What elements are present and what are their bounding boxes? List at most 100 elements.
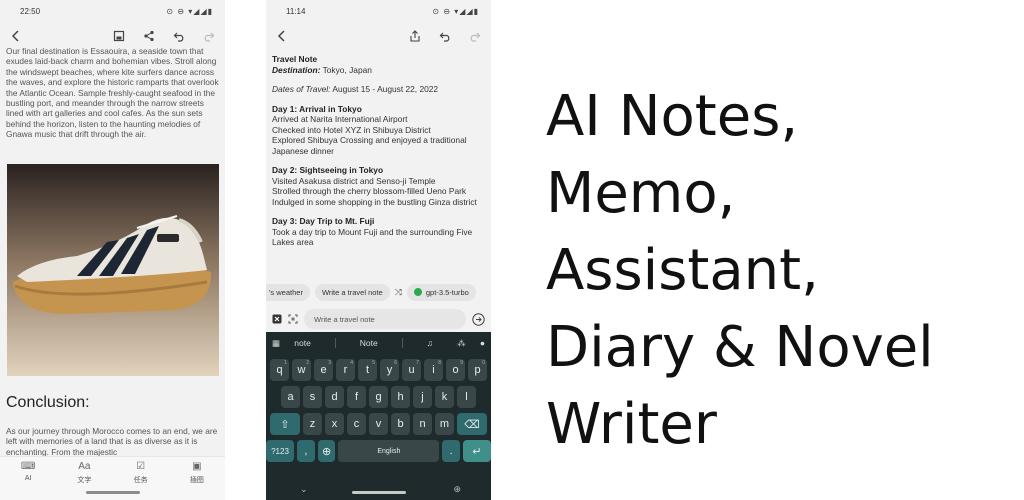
soft-keyboard: ▦ note Note ♫ ⁂ ● q1 w2 e3 r4 t5 y6 u7 i…: [266, 332, 491, 500]
nav-item-text[interactable]: Aa 文字: [64, 461, 104, 500]
symbols-key[interactable]: ?123: [266, 440, 294, 462]
key[interactable]: m: [435, 413, 454, 435]
key[interactable]: z: [303, 413, 322, 435]
key[interactable]: s: [303, 386, 322, 408]
day-line: Arrived at Narita International Airport: [272, 114, 408, 124]
status-bar: 11:14 ⊙ ⊖ ▾◢◢▮: [266, 0, 491, 22]
key[interactable]: e3: [314, 359, 333, 381]
dates-line: Dates of Travel: August 15 - August 22, …: [272, 84, 485, 95]
status-icons: ⊙ ⊖ ▾◢◢▮: [166, 6, 213, 16]
key[interactable]: w2: [292, 359, 311, 381]
key[interactable]: x: [325, 413, 344, 435]
nav-item-image[interactable]: ▣ 插图: [177, 461, 217, 500]
key-row-3: ⇧ z x c v b n m ⌫: [266, 413, 491, 435]
mic-icon[interactable]: ●: [480, 338, 485, 348]
check-icon: [413, 288, 422, 296]
send-icon[interactable]: [472, 312, 485, 326]
tagline-line: Assistant,: [546, 238, 819, 303]
key[interactable]: g: [369, 386, 388, 408]
nav-label: AI: [24, 475, 32, 482]
key[interactable]: l: [457, 386, 476, 408]
day-line: Strolled through the cherry blossom-fill…: [272, 186, 467, 196]
suggestion-strip: ▦ note Note ♫ ⁂ ●: [266, 332, 491, 354]
right-phone-screen: 11:14 ⊙ ⊖ ▾◢◢▮ Travel Note Destination: …: [266, 0, 491, 500]
prompt-input[interactable]: Write a travel note: [304, 309, 466, 329]
key[interactable]: d: [325, 386, 344, 408]
music-icon[interactable]: ♫: [427, 338, 433, 348]
text-icon: Aa: [78, 461, 91, 472]
chip-weather[interactable]: 's weather: [266, 283, 310, 301]
tagline-line: AI Notes,: [546, 84, 799, 149]
keyboard-nav: ⌄ ⊕: [266, 478, 491, 500]
chip-travel-note[interactable]: Write a travel note: [314, 283, 390, 301]
day-title: Day 2: Sightseeing in Tokyo: [272, 165, 384, 175]
nav-item-task[interactable]: ☑ 任务: [121, 461, 161, 500]
undo-icon[interactable]: [171, 28, 187, 44]
comma-key[interactable]: ,: [297, 440, 315, 462]
day-line: Checked into Hotel XYZ in Shibuya Distri…: [272, 124, 431, 135]
key[interactable]: h: [391, 386, 410, 408]
destination-value: Tokyo, Japan: [322, 64, 372, 75]
hide-keyboard-icon[interactable]: ⌄: [300, 484, 308, 495]
key[interactable]: p0: [468, 359, 487, 381]
key[interactable]: n: [413, 413, 432, 435]
left-phone-screen: 22:50 ⊙ ⊖ ▾◢◢▮ Our final destination is …: [0, 0, 225, 500]
model-selector[interactable]: gpt-3.5-turbo: [406, 283, 476, 301]
key[interactable]: j: [413, 386, 432, 408]
ai-icon: ⌨: [20, 461, 36, 472]
home-indicator[interactable]: [86, 491, 140, 494]
key[interactable]: k: [435, 386, 454, 408]
scan-icon[interactable]: [288, 314, 298, 324]
conclusion-paragraph: As our journey through Morocco comes to …: [6, 426, 218, 457]
nav-item-ai[interactable]: ⌨ AI: [8, 461, 48, 500]
day-line: Indulged in some shopping in the bustlin…: [272, 196, 477, 207]
space-key[interactable]: English: [338, 440, 440, 462]
language-icon[interactable]: ⊕: [453, 484, 461, 495]
key[interactable]: u7: [402, 359, 421, 381]
share-icon[interactable]: [141, 28, 157, 44]
shift-key[interactable]: ⇧: [270, 413, 300, 435]
export-icon[interactable]: [407, 28, 423, 44]
key[interactable]: f: [347, 386, 366, 408]
key-row-1: q1 w2 e3 r4 t5 y6 u7 i8 o9 p0: [266, 359, 491, 381]
apps-icon[interactable]: ▦: [272, 338, 280, 349]
key[interactable]: t5: [358, 359, 377, 381]
shuffle-icon[interactable]: ⤨: [395, 287, 402, 298]
key[interactable]: b: [391, 413, 410, 435]
key[interactable]: c: [347, 413, 366, 435]
suggestion[interactable]: note: [294, 338, 311, 348]
nav-label: 文字: [77, 477, 92, 484]
suggestion[interactable]: Note: [360, 338, 378, 348]
redo-icon[interactable]: [201, 28, 217, 44]
note-title: Travel Note: [272, 54, 318, 64]
prompt-input-row: Write a travel note: [266, 306, 491, 332]
model-name: gpt-3.5-turbo: [425, 287, 469, 297]
back-icon[interactable]: [8, 28, 24, 44]
key[interactable]: y6: [380, 359, 399, 381]
backspace-key[interactable]: ⌫: [457, 413, 487, 435]
tagline-line: Diary & Novel: [546, 315, 934, 380]
redo-icon[interactable]: [467, 28, 483, 44]
key[interactable]: i8: [424, 359, 443, 381]
clear-icon[interactable]: [272, 314, 282, 324]
save-icon[interactable]: [111, 28, 127, 44]
body-paragraph: Our final destination is Essaouira, a se…: [6, 46, 219, 140]
note-content[interactable]: Travel Note Destination: Tokyo, Japan Da…: [266, 50, 491, 278]
magic-icon[interactable]: ⁂: [457, 338, 466, 349]
key[interactable]: o9: [446, 359, 465, 381]
home-indicator[interactable]: [352, 491, 406, 494]
globe-key[interactable]: ⊕: [317, 440, 336, 462]
section-heading: Conclusion:: [6, 394, 90, 411]
day-line: Took a day trip to Mount Fuji and the su…: [272, 226, 473, 248]
undo-icon[interactable]: [437, 28, 453, 44]
key[interactable]: r4: [336, 359, 355, 381]
key[interactable]: a: [281, 386, 300, 408]
sneaker-image: [6, 164, 219, 376]
key[interactable]: q1: [270, 359, 289, 381]
back-icon[interactable]: [274, 28, 290, 44]
document-body[interactable]: Our final destination is Essaouira, a se…: [0, 46, 225, 458]
key[interactable]: v: [369, 413, 388, 435]
enter-key[interactable]: ↵: [463, 440, 491, 462]
status-icons: ⊙ ⊖ ▾◢◢▮: [432, 6, 479, 16]
period-key[interactable]: .: [442, 440, 460, 462]
